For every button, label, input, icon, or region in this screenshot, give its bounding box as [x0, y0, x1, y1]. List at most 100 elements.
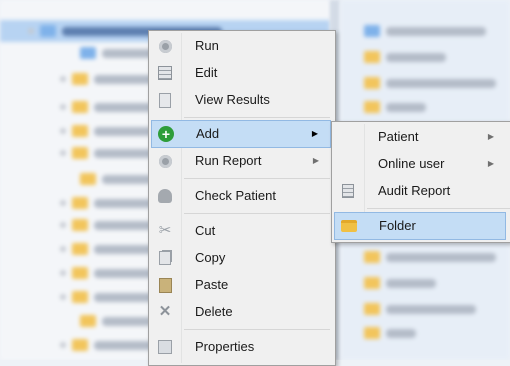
list-item-text — [386, 52, 446, 62]
list-row — [364, 276, 436, 290]
tree-item-text — [94, 268, 154, 278]
expander-icon — [60, 294, 66, 300]
tree-row — [60, 124, 154, 138]
tree-row — [80, 172, 152, 186]
menu-item-label: Run Report — [195, 153, 262, 168]
tree-row — [60, 146, 154, 160]
menu-item-label: Add — [196, 126, 220, 141]
folder-icon — [80, 315, 96, 327]
tree-item-text — [94, 244, 154, 254]
grid-icon — [157, 65, 173, 81]
menu-item-label: Copy — [195, 250, 226, 265]
menu-item-run[interactable]: Run — [151, 33, 331, 59]
folder-icon — [364, 327, 380, 339]
menu-item-cut[interactable]: ✂ Cut — [151, 218, 331, 244]
menu-item-edit[interactable]: Edit — [151, 60, 331, 86]
expander-icon — [60, 150, 66, 156]
menu-item-paste[interactable]: Paste — [151, 272, 331, 298]
folder-icon — [364, 101, 380, 113]
menu-item-delete[interactable]: ✕ Delete — [151, 299, 331, 325]
menu-item-check-patient[interactable]: Check Patient — [151, 183, 331, 209]
tree-row — [80, 314, 152, 328]
submenu-arrow-icon: ▶ — [487, 132, 494, 141]
folder-icon — [72, 339, 88, 351]
submenu-arrow-icon: ▶ — [311, 129, 318, 138]
add-icon: + — [158, 126, 174, 142]
menu-item-run-report[interactable]: Run Report ▶ — [151, 148, 331, 174]
expander-icon — [60, 270, 66, 276]
tree-item-text — [94, 148, 154, 158]
submenu-item-patient[interactable]: Patient ▶ — [334, 124, 506, 150]
expander-icon — [60, 104, 66, 110]
menu-separator — [184, 329, 330, 330]
report-icon — [340, 183, 356, 199]
folder-icon — [364, 25, 380, 37]
menu-item-label: View Results — [195, 92, 270, 107]
tree-row — [60, 218, 154, 232]
folder-icon — [72, 125, 88, 137]
submenu-arrow-icon: ▶ — [487, 159, 494, 168]
menu-item-view-results[interactable]: View Results — [151, 87, 331, 113]
copy-icon — [157, 250, 173, 266]
menu-item-label: Edit — [195, 65, 218, 80]
menu-item-label: Folder — [379, 218, 416, 233]
list-item-text — [386, 26, 486, 36]
folder-icon — [72, 267, 88, 279]
folder-icon — [72, 147, 88, 159]
submenu-arrow-icon: ▶ — [312, 156, 319, 165]
document-icon — [157, 92, 173, 108]
properties-icon — [157, 339, 173, 355]
tree-item-text — [102, 174, 152, 184]
folder-icon — [364, 251, 380, 263]
tree-row — [60, 338, 154, 352]
tree-item-text — [94, 126, 154, 136]
menu-item-label: Audit Report — [378, 183, 451, 198]
folder-icon — [72, 101, 88, 113]
expander-icon — [60, 246, 66, 252]
expander-icon — [60, 200, 66, 206]
list-row — [364, 50, 446, 64]
menu-item-properties[interactable]: Properties — [151, 334, 331, 360]
tree-item-text — [94, 74, 154, 84]
list-item-text — [386, 328, 416, 338]
folder-icon — [364, 77, 380, 89]
folder-icon — [72, 73, 88, 85]
folder-icon — [72, 243, 88, 255]
add-submenu: Patient ▶ Online user ▶ Audit Report Fol… — [331, 121, 510, 243]
tree-item-text — [94, 340, 154, 350]
menu-item-label: Check Patient — [195, 188, 276, 203]
menu-separator — [184, 213, 330, 214]
menu-item-label: Patient — [378, 129, 419, 144]
menu-item-label: Run — [195, 38, 219, 53]
paste-icon — [157, 277, 173, 293]
context-menu: Run Edit View Results + Add ▶ Run Report… — [148, 30, 336, 366]
tree-row — [60, 266, 154, 280]
tree-row — [60, 72, 154, 86]
folder-icon — [364, 303, 380, 315]
folder-icon — [341, 218, 357, 234]
expander-icon — [60, 128, 66, 134]
list-item-text — [386, 252, 496, 262]
folder-icon — [72, 197, 88, 209]
folder-icon — [40, 25, 56, 37]
tree-row — [60, 196, 154, 210]
submenu-item-audit-report[interactable]: Audit Report — [334, 178, 506, 204]
person-icon — [157, 188, 173, 204]
submenu-item-online-user[interactable]: Online user ▶ — [334, 151, 506, 177]
list-row — [364, 24, 486, 38]
list-row — [364, 326, 416, 340]
expander-icon — [28, 28, 34, 34]
menu-item-add[interactable]: + Add ▶ — [151, 120, 331, 148]
submenu-item-folder[interactable]: Folder — [334, 212, 506, 240]
folder-icon — [72, 291, 88, 303]
tree-row — [60, 290, 154, 304]
list-row — [364, 250, 496, 264]
menu-item-label: Paste — [195, 277, 229, 292]
delete-icon: ✕ — [158, 303, 172, 320]
list-item-text — [386, 78, 496, 88]
menu-item-copy[interactable]: Copy — [151, 245, 331, 271]
expander-icon — [60, 76, 66, 82]
folder-icon — [364, 51, 380, 63]
menu-item-label: Properties — [195, 339, 255, 354]
gear-icon — [157, 153, 173, 169]
